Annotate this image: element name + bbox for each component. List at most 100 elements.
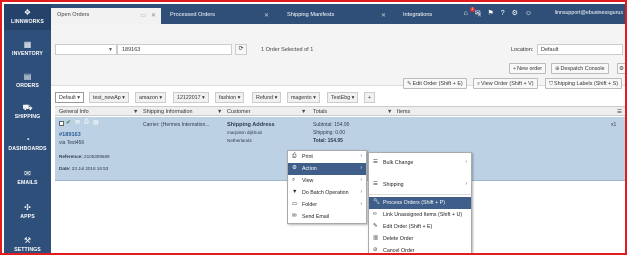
chip-refund[interactable]: Refund ▾ (252, 92, 282, 103)
menu-item-link-unassigned[interactable]: ∞ Link Unassigned Items (Shift + U) (369, 209, 471, 221)
user-account[interactable]: linnsupport@ebusinessgurus (555, 10, 623, 16)
envelope-icon[interactable]: ✉ (75, 119, 80, 126)
settings-icon: ⚒ (23, 236, 32, 245)
search-icon: ⌕ (292, 177, 296, 183)
filter-icon[interactable]: ▼ (387, 109, 392, 115)
folder-icon: ▭ (292, 201, 298, 207)
total: Total: 154.95 (313, 138, 343, 144)
chip-test-newap[interactable]: test_newAp ▾ (89, 92, 129, 103)
menu-item-bulk-change[interactable]: ☰ Bulk Change › (369, 157, 471, 169)
col-shipping[interactable]: Shipping Information ▼ (143, 109, 222, 115)
filter-icon[interactable]: ▼ (217, 109, 222, 115)
gear-icon[interactable]: ⚙ (512, 9, 518, 17)
shipping-labels-button[interactable]: ⛉Shipping Labels (Shift + S) (545, 78, 623, 89)
menu-item-batch[interactable]: ▼ Do Batch Operation › (288, 187, 366, 199)
new-order-button[interactable]: +New order (509, 63, 547, 74)
action-submenu: ☰ Bulk Change › ☰ Shipping › 🔧︎ Process Order… (368, 152, 472, 253)
refresh-icon: ⟳ (238, 46, 244, 52)
add-view-button[interactable]: + (364, 92, 376, 103)
refresh-button[interactable]: ⟳ (235, 44, 247, 55)
item-qty: x1 (611, 122, 617, 128)
sidebar-item-emails[interactable]: ✉ EMAILS (4, 169, 51, 186)
print-icon[interactable]: ⎙ (84, 119, 89, 126)
user-icon[interactable]: ☺ (525, 10, 532, 17)
settings-button[interactable]: ⚙ (617, 63, 625, 74)
sidebar-item-shipping[interactable]: ⛟ SHIPPING (4, 103, 51, 120)
emails-icon: ✉ (24, 169, 31, 178)
chip-magento[interactable]: magento ▾ (287, 92, 320, 103)
close-icon[interactable]: ✕ (264, 12, 269, 19)
column-menu-icon[interactable]: ☰ (617, 109, 622, 115)
print-icon: ⎙ (292, 153, 297, 159)
sidebar-item-inventory[interactable]: ▦ INVENTORY (4, 40, 51, 57)
sidebar-item-linnworks[interactable]: ❖ LINNWORKS (4, 4, 51, 30)
chip-amazon[interactable]: amazon ▾ (135, 92, 166, 103)
col-general[interactable]: General Info ▼ (59, 109, 138, 115)
row-checkbox[interactable] (59, 121, 64, 126)
menu-item-send-email[interactable]: ✉ Send Email (288, 211, 366, 223)
menu-item-view[interactable]: ⌕ View › (288, 175, 366, 187)
menu-item-delete-order[interactable]: ▥ Delete Order (369, 233, 471, 245)
sidebar-item-orders[interactable]: ▤ ORDERS (4, 72, 51, 89)
chevron-right-icon: › (465, 181, 467, 187)
linnworks-logo-icon: ❖ (23, 8, 32, 17)
filter-icon[interactable]: ▼ (301, 109, 306, 115)
pin-icon[interactable]: ▭ (140, 12, 146, 19)
megaphone-icon[interactable]: ⚑ (488, 9, 494, 17)
tag-icon: ⛉ (549, 81, 554, 87)
list-icon: ☰ (373, 181, 378, 187)
chevron-right-icon: › (360, 189, 362, 195)
search-input[interactable]: 189163 (117, 44, 232, 55)
customer-title: Shipping Address (227, 122, 275, 128)
orders-toolbar: ▼ 189163 ⟳ 1 Order Selected of 1 Locatio… (51, 24, 625, 89)
menu-item-action[interactable]: ⚙ Action › (288, 163, 366, 175)
menu-item-folder[interactable]: ▭ Folder › (288, 199, 366, 211)
despatch-icon: ⊕ (555, 66, 560, 72)
chip-testebg[interactable]: TestEbg ▾ (327, 92, 359, 103)
close-icon[interactable]: ✕ (151, 12, 156, 19)
table-header: General Info ▼ Shipping Information ▼ Cust… (55, 106, 625, 116)
chevron-right-icon: › (465, 159, 467, 165)
shipping-icon: ⛟ (22, 103, 33, 112)
menu-item-print[interactable]: ⎙ Print › (288, 151, 366, 163)
menu-item-process-orders[interactable]: 🔧︎ Process Orders (Shift + P) (369, 197, 471, 209)
envelope-icon: ✉ (292, 213, 297, 219)
dashboards-icon: ◔ (25, 135, 30, 144)
sidebar-item-dashboards[interactable]: ◔ DASHBOARDS (4, 135, 51, 152)
location-select[interactable]: Default (537, 44, 623, 55)
close-icon[interactable]: ✕ (381, 12, 386, 19)
list-icon: ☰ (373, 159, 378, 165)
chip-default[interactable]: Default ▾ (55, 92, 84, 103)
trash-icon: ▥ (373, 235, 379, 241)
help-icon[interactable]: ? (501, 10, 505, 17)
despatch-console-button[interactable]: ⊕Despatch Console (551, 63, 609, 74)
chip-12122017[interactable]: 12122017 ▾ (173, 92, 209, 103)
order-number[interactable]: #189163 (59, 132, 81, 138)
search-type-select[interactable]: ▼ (55, 44, 117, 55)
tab-open-orders[interactable]: Open Orders ✕ ▭ (51, 8, 161, 24)
mail-icon[interactable]: ✉ (475, 9, 481, 17)
pencil-icon: ✎ (373, 223, 378, 229)
chip-fashion[interactable]: fashion ▾ (215, 92, 245, 103)
app-frame: ❖ LINNWORKS ▦ INVENTORY ▤ ORDERS ⛟ SHIPP… (0, 0, 627, 255)
chevron-right-icon: › (360, 165, 362, 171)
sidebar-item-apps[interactable]: ✣ APPS (4, 203, 51, 220)
filter-icon: ▼ (292, 189, 298, 195)
location-label: Location: (511, 47, 534, 53)
tab-shipping-manifests[interactable]: Shipping Manifests ✕ (281, 8, 391, 24)
document-icon[interactable]: ▤ (93, 119, 99, 126)
gear-icon: ⚙ (292, 165, 297, 171)
col-customer[interactable]: Customer ▼ (227, 109, 306, 115)
view-order-button[interactable]: ⌕View Order (Shift + V) (473, 78, 538, 89)
edit-order-button[interactable]: ✎Edit Order (Shift + E) (403, 78, 467, 89)
col-totals[interactable]: Totals ▼ (313, 109, 392, 115)
sidebar-item-settings[interactable]: ⚒ SETTINGS (4, 236, 51, 253)
menu-item-edit-order[interactable]: ✎ Edit Order (Shift + E) (369, 221, 471, 233)
home-icon[interactable]: ⌂ (464, 10, 468, 17)
plus-icon: + (513, 66, 517, 72)
tab-processed-orders[interactable]: Processed Orders ✕ (164, 8, 274, 24)
col-items[interactable]: Items (397, 109, 410, 115)
menu-item-shipping[interactable]: ☰ Shipping › (369, 179, 471, 191)
filter-icon[interactable]: ▼ (133, 109, 138, 115)
menu-item-cancel-order[interactable]: ⊘ Cancel Order (369, 245, 471, 253)
